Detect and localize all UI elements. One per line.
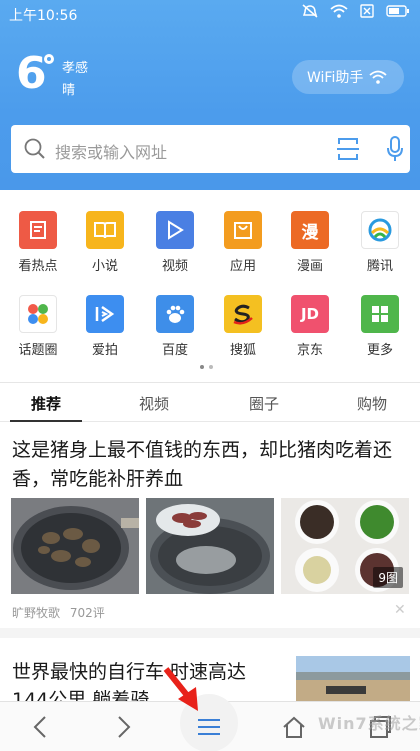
app-label: 应用 [229,259,256,274]
news-source: 旷野牧歌 [12,606,61,620]
search-icon [24,138,45,159]
wifi-signal-icon [330,4,348,18]
back-icon [33,716,46,738]
app-shortcut-sohu[interactable]: 搜狐 [210,295,276,358]
feed-tabs: 推荐 视频 圈子 购物 [0,384,420,422]
home-button[interactable] [274,702,314,751]
weather-condition: 晴 [62,83,76,98]
image-count-badge: 9图 [373,567,403,588]
forward-icon [118,716,131,738]
wifi-assistant-label: WiFi助手 [307,70,364,86]
news-thumbnail[interactable] [11,498,139,594]
sohu-icon [224,295,262,333]
dismiss-icon[interactable]: ✕ [394,602,406,618]
topic-icon [19,295,57,333]
microphone-icon[interactable] [386,136,404,162]
news-comments: 702评 [69,606,105,620]
app-label: 小说 [91,259,118,274]
search-bar[interactable]: 搜索或输入网址 [11,125,410,173]
wifi-icon [369,70,387,84]
app-label: 话题圈 [18,343,58,358]
app-shortcut-comic[interactable]: 漫 漫画 [277,211,343,274]
app-shortcut-novel[interactable]: 小说 [72,211,138,274]
search-input[interactable]: 搜索或输入网址 [55,139,167,163]
app-shortcut-jd[interactable]: JD 京东 [277,295,343,358]
news-icon [19,211,57,249]
header: 上午10:56 6 孝感 晴 WiFi助手 搜索或输入网址 [0,0,420,190]
app-label: 京东 [296,343,323,358]
app-shortcut-more[interactable]: 更多 [347,295,413,358]
bottom-navigation: Win7系统之家 [0,694,420,751]
app-label: 视频 [161,259,188,274]
app-shortcut-tencent[interactable]: 腾讯 [347,211,413,274]
weather-location: 孝感 [62,61,89,76]
wifi-assistant-button[interactable]: WiFi助手 [292,60,404,94]
app-store-icon [224,211,262,249]
jd-icon: JD [291,295,329,333]
menu-icon [198,719,220,735]
forward-button[interactable] [106,702,142,751]
app-shortcut-apps[interactable]: 应用 [210,211,276,274]
news-thumbnail[interactable] [296,656,410,702]
app-shortcut-video[interactable]: 视频 [142,211,208,274]
aipai-icon [86,295,124,333]
tab-shopping[interactable]: 购物 [357,393,387,414]
app-label: 百度 [161,343,188,358]
app-shortcut-baidu[interactable]: 百度 [142,295,208,358]
home-icon [283,716,305,738]
status-bar: 上午10:56 [0,0,420,26]
watermark: Win7系统之家 [318,714,420,733]
weather-temperature: 6 [16,48,47,99]
divider [0,382,420,383]
news-thumbnail[interactable]: 9图 [281,498,409,594]
app-label: 更多 [366,343,393,358]
page-dot-active [200,365,204,369]
app-shortcut-aipai[interactable]: 爱拍 [72,295,138,358]
page-dot [209,365,213,369]
app-shortcut-hot-news[interactable]: 看热点 [5,211,71,274]
tencent-icon [361,211,399,249]
active-tab-underline [10,420,82,422]
play-icon [156,211,194,249]
degree-icon [44,54,54,64]
tab-video[interactable]: 视频 [139,393,169,414]
baidu-paw-icon [156,295,194,333]
app-label: 漫画 [296,259,323,274]
news-thumbnail[interactable] [146,498,274,594]
comic-icon: 漫 [291,211,329,249]
page-indicator [200,365,213,369]
back-button[interactable] [22,702,58,751]
app-label: 搜狐 [229,343,256,358]
app-shortcut-topics[interactable]: 话题圈 [5,295,71,358]
tab-circles[interactable]: 圈子 [249,393,279,414]
status-time: 上午10:56 [9,8,78,24]
news-meta: 旷野牧歌 702评 [12,604,105,621]
news-title[interactable]: 这是猪身上最不值钱的东西，却比猪肉吃着还香，常吃能补肝养血 [12,436,412,494]
no-sim-icon [360,4,374,18]
app-label: 爱拍 [91,343,118,358]
app-label: 腾讯 [366,259,393,274]
app-label: 看热点 [18,259,58,274]
book-icon [86,211,124,249]
section-divider [0,628,420,638]
red-arrow-annotation [163,667,198,711]
status-icons [302,4,410,18]
tab-recommended[interactable]: 推荐 [31,393,61,414]
scan-icon[interactable] [337,137,359,161]
more-grid-icon [361,295,399,333]
app-grid: 看热点 小说 视频 应用 漫 漫画 腾讯 话题圈 爱拍 百度 搜狐 JD 京东 … [0,190,420,380]
battery-icon [386,5,409,17]
mute-icon [302,4,318,18]
